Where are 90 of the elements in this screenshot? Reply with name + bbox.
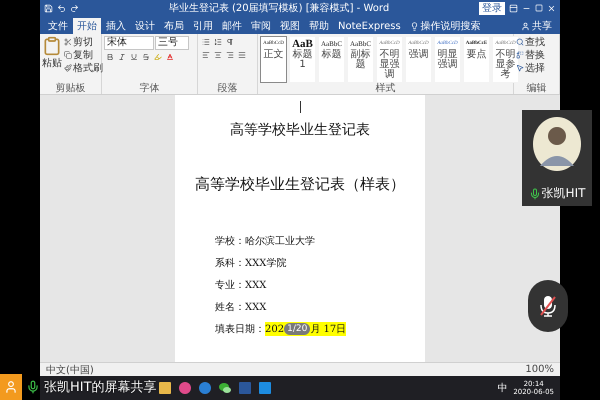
ribbon-tab[interactable]: 布局: [160, 18, 188, 34]
document-heading: 高等学校毕业生登记表: [230, 121, 370, 139]
group-label: 剪贴板: [56, 83, 86, 94]
underline-icon[interactable]: [130, 53, 138, 61]
bold-icon[interactable]: [106, 53, 114, 61]
tell-me-search[interactable]: 操作说明搜索: [406, 18, 485, 34]
group-label: 段落: [218, 83, 238, 94]
style-name: 不明显强调: [378, 50, 400, 80]
numbered-list-icon[interactable]: [214, 38, 222, 46]
align-center-icon[interactable]: [214, 51, 222, 59]
group-label: 编辑: [526, 83, 546, 94]
clipboard-button[interactable]: 复制: [64, 49, 103, 61]
share-button[interactable]: 共享: [517, 18, 556, 34]
pointer-icon: [516, 64, 524, 72]
replace-icon: [516, 51, 524, 59]
ribbon-tab[interactable]: NoteExpress: [334, 18, 405, 34]
screen-share-label: 张凯HIT的屏幕共享: [44, 379, 157, 396]
align-right-icon[interactable]: [226, 51, 234, 59]
group-label: 样式: [376, 83, 396, 94]
lightbulb-icon: [410, 22, 419, 30]
chat-bubble-icon[interactable]: [218, 381, 232, 395]
person-icon: [4, 380, 18, 394]
style-name: 正文: [262, 50, 284, 60]
sign-in-button[interactable]: 登录: [479, 2, 505, 14]
ribbon-tab[interactable]: 开始: [73, 18, 101, 34]
circle-icon[interactable]: [178, 381, 192, 395]
participant-name: 张凯HIT: [542, 185, 586, 202]
editing-button[interactable]: 查找: [516, 36, 557, 48]
clipboard-button[interactable]: 格式刷: [64, 62, 103, 74]
style-name: 要点: [466, 50, 488, 60]
copy-icon: [64, 51, 72, 59]
editing-button[interactable]: 选择: [516, 62, 557, 74]
ribbon-tab[interactable]: 引用: [189, 18, 217, 34]
style-name: 强调: [408, 50, 430, 60]
font-size-field[interactable]: 三号: [155, 36, 189, 50]
window-title: 毕业生登记表 (20届填写模板) [兼容模式] - Word: [168, 2, 390, 15]
avatar: [532, 116, 582, 172]
editing-button[interactable]: 替换: [516, 49, 557, 61]
undo-icon[interactable]: [57, 4, 66, 12]
date-text: 202: [265, 324, 284, 334]
zoom-level: 100%: [525, 364, 554, 375]
form-line: 学校：哈尔滨工业大学: [215, 234, 316, 248]
mute-button[interactable]: [528, 280, 568, 332]
style-name: 明显强调: [436, 50, 458, 70]
style-name: 副标题: [350, 50, 372, 70]
input-method-indicator[interactable]: 中: [497, 381, 508, 395]
ribbon-tab[interactable]: 文件: [44, 18, 72, 34]
bullet-list-icon[interactable]: [202, 38, 210, 46]
form-line: 姓名：XXX: [215, 301, 268, 314]
style-name: 标题 1: [292, 50, 314, 70]
justify-icon[interactable]: [238, 51, 246, 59]
maximize-icon[interactable]: [535, 4, 543, 12]
ribbon-tab[interactable]: 插入: [102, 18, 130, 34]
save-icon[interactable]: [44, 4, 53, 12]
ribbon-tab[interactable]: 设计: [131, 18, 159, 34]
close-icon[interactable]: [547, 4, 556, 12]
search-icon: [516, 38, 524, 46]
style-name: 不明显参考: [494, 50, 516, 80]
group-label: 字体: [140, 83, 160, 94]
redo-icon[interactable]: [70, 4, 79, 12]
ribbon-tab[interactable]: 审阅: [247, 18, 275, 34]
date-label: 填表日期：: [215, 322, 265, 336]
align-left-icon[interactable]: [202, 51, 210, 59]
italic-icon[interactable]: [118, 53, 126, 61]
ribbon-display-icon[interactable]: [509, 4, 518, 12]
form-line: 系科：XXX学院: [215, 256, 288, 270]
strikethrough-icon[interactable]: [142, 53, 150, 61]
ribbon-tab[interactable]: 视图: [276, 18, 304, 34]
scissors-icon: [64, 38, 72, 46]
ribbon-tab[interactable]: 邮件: [218, 18, 246, 34]
pilcrow-icon[interactable]: [226, 38, 234, 46]
page-counter-badge: 1/20: [284, 323, 310, 335]
clipboard-icon: [42, 36, 62, 56]
style-gallery-item[interactable]: AaB 标题 1: [289, 36, 316, 83]
ribbon-tab[interactable]: 帮助: [305, 18, 333, 34]
style-sample: AaB: [292, 38, 313, 50]
paintbrush-icon: [64, 64, 72, 72]
date-text: 月 17日: [310, 323, 346, 336]
form-line: 专业：XXX: [215, 278, 268, 292]
person-icon: [521, 22, 530, 30]
microphone-icon: [26, 380, 40, 394]
clipboard-button[interactable]: 剪切: [64, 36, 103, 48]
square-icon[interactable]: [258, 381, 272, 395]
language-status: 中文(中国): [46, 364, 94, 376]
font-name-field[interactable]: 宋体: [104, 36, 154, 50]
paste-button[interactable]: 粘贴: [42, 36, 62, 83]
font-color-icon[interactable]: [166, 53, 174, 61]
style-name: 标题: [320, 50, 342, 60]
muted-microphone-icon: [538, 294, 558, 318]
document-title: 高等学校毕业生登记表（样表）: [195, 175, 405, 194]
